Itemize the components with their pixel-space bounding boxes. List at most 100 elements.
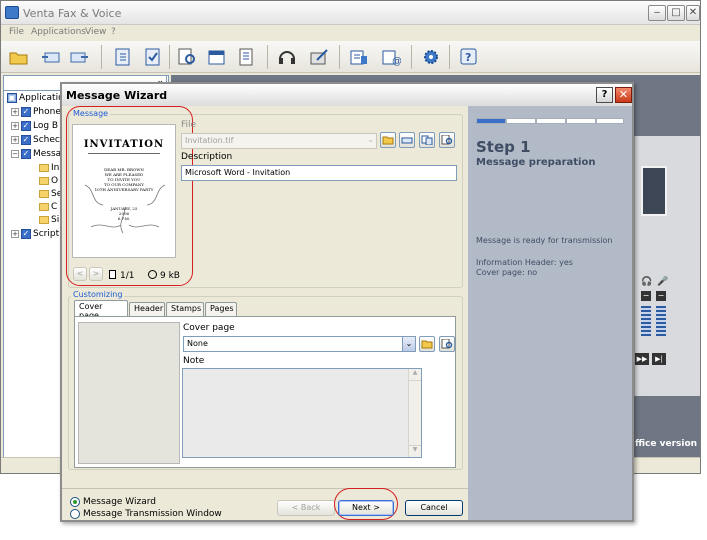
sign-icon[interactable] bbox=[307, 45, 331, 69]
checkbox-icon: ✓ bbox=[21, 149, 31, 159]
menu-help[interactable]: ? bbox=[111, 27, 116, 37]
radio-transmission-window[interactable] bbox=[70, 509, 80, 519]
svg-text:?: ? bbox=[465, 51, 471, 64]
svg-text:@: @ bbox=[392, 56, 401, 66]
folder-icon bbox=[39, 190, 49, 198]
tab-header[interactable]: Header bbox=[129, 302, 165, 316]
menu-applications[interactable]: Applications bbox=[31, 27, 86, 37]
file-select[interactable]: Invitation.tif ⌄ bbox=[181, 133, 377, 149]
tree-item-sent[interactable]: Se bbox=[39, 189, 62, 199]
toolbar: @ ? bbox=[1, 41, 700, 73]
tree-item-s[interactable]: Si bbox=[39, 215, 59, 225]
progress-segment-4 bbox=[566, 118, 596, 124]
cover-page-label: Cover page bbox=[183, 323, 235, 333]
scroll-down-icon[interactable]: ▼ bbox=[409, 445, 421, 457]
progress-segment-2 bbox=[506, 118, 536, 124]
scroll-up-icon[interactable]: ▲ bbox=[409, 369, 421, 381]
volume-down-button[interactable]: − bbox=[641, 291, 651, 301]
volume-meter-2 bbox=[656, 306, 666, 336]
thumbnail-title: INVITATION bbox=[83, 139, 165, 150]
description-input[interactable]: Microsoft Word - Invitation bbox=[181, 165, 457, 181]
thumbnail-ornament bbox=[88, 153, 160, 157]
radio-message-wizard[interactable] bbox=[70, 497, 80, 507]
note-scrollbar[interactable]: ▲ ▼ bbox=[408, 369, 421, 457]
tree-item-outbox[interactable]: O bbox=[39, 176, 58, 186]
open-folder-icon[interactable] bbox=[7, 45, 31, 69]
maximize-button[interactable]: □ bbox=[667, 5, 685, 21]
headset-icon[interactable] bbox=[275, 45, 299, 69]
search-document-icon[interactable] bbox=[175, 45, 199, 69]
cover-open-button[interactable] bbox=[419, 336, 435, 352]
progress-segment-1 bbox=[476, 118, 506, 124]
tab-cover-page[interactable]: Cover page bbox=[74, 300, 128, 320]
folder-icon bbox=[39, 203, 49, 211]
cover-page-preview bbox=[78, 322, 180, 464]
app-logo-icon bbox=[5, 6, 19, 19]
clock-icon bbox=[148, 270, 157, 279]
scan-button[interactable] bbox=[399, 132, 415, 148]
prev-page-button[interactable]: < bbox=[73, 267, 87, 281]
note-label: Note bbox=[183, 356, 205, 366]
message-wizard-dialog: Message Wizard ? ✕ Message INVITATION DE… bbox=[60, 82, 634, 522]
folder-icon bbox=[39, 216, 49, 224]
skip-forward-button[interactable]: ▶| bbox=[652, 353, 666, 365]
customizing-group-label: Customizing bbox=[71, 290, 125, 299]
tab-pages[interactable]: Pages bbox=[205, 302, 237, 316]
step-subtitle: Message preparation bbox=[476, 157, 596, 168]
tree-item-logbook[interactable]: + ✓ Log B bbox=[11, 121, 58, 131]
log-book-icon[interactable] bbox=[141, 45, 165, 69]
cover-preview-button[interactable] bbox=[439, 336, 455, 352]
tree-item-phone[interactable]: + ✓ Phone bbox=[11, 107, 61, 117]
file-size: 9 kB bbox=[160, 271, 180, 281]
progress-segment-3 bbox=[536, 118, 566, 124]
note-textarea[interactable]: ▲ ▼ bbox=[182, 368, 422, 458]
cancel-button[interactable]: Cancel bbox=[405, 500, 463, 516]
dialog-close-button[interactable]: ✕ bbox=[615, 87, 632, 103]
pages-icon bbox=[109, 270, 116, 279]
report-icon[interactable] bbox=[235, 45, 259, 69]
minimize-button[interactable]: ‒ bbox=[648, 5, 666, 21]
next-button[interactable]: Next > bbox=[338, 500, 394, 516]
step-status: Message is ready for transmission bbox=[476, 236, 613, 245]
tree-item-scheduler[interactable]: + ✓ Schec bbox=[11, 135, 60, 145]
receive-queue-icon[interactable] bbox=[67, 45, 91, 69]
radio-message-wizard-label[interactable]: Message Wizard bbox=[83, 497, 156, 507]
next-page-button[interactable]: > bbox=[89, 267, 103, 281]
tree-item-inbox[interactable]: In bbox=[39, 163, 59, 173]
fast-forward-button[interactable]: ▶▶ bbox=[635, 353, 649, 365]
dialog-help-button[interactable]: ? bbox=[596, 87, 613, 103]
back-button[interactable]: < Back bbox=[277, 500, 335, 516]
mic-icon: 🎤 bbox=[657, 277, 669, 287]
app-tree-icon: ▣ bbox=[7, 93, 17, 103]
progress-segment-5 bbox=[596, 118, 624, 124]
tree-item-c[interactable]: C bbox=[39, 202, 57, 212]
settings-gear-icon[interactable] bbox=[419, 45, 443, 69]
tab-stamps[interactable]: Stamps bbox=[166, 302, 204, 316]
chevron-down-icon: ⌄ bbox=[402, 337, 415, 351]
folder-icon bbox=[39, 164, 49, 172]
menu-file[interactable]: File bbox=[9, 27, 24, 37]
copy-button[interactable] bbox=[419, 132, 435, 148]
cover-page-select[interactable]: None ⌄ bbox=[183, 336, 416, 352]
menu-view[interactable]: View bbox=[85, 27, 106, 37]
description-label: Description bbox=[181, 152, 233, 162]
tree-item-script[interactable]: + ✓ Script bbox=[11, 229, 59, 239]
file-label: File bbox=[181, 120, 197, 130]
new-fax-icon[interactable] bbox=[347, 45, 371, 69]
send-queue-icon[interactable] bbox=[39, 45, 63, 69]
schedule-icon[interactable] bbox=[205, 45, 229, 69]
phone-book-icon[interactable] bbox=[111, 45, 135, 69]
open-file-button[interactable] bbox=[380, 132, 396, 148]
help-icon[interactable]: ? bbox=[457, 45, 481, 69]
headset-icon: 🎧 bbox=[641, 277, 653, 287]
tree-item-messages[interactable]: − ✓ Messa bbox=[11, 149, 61, 159]
email-fax-icon[interactable]: @ bbox=[379, 45, 403, 69]
step-title: Step 1 bbox=[476, 138, 531, 156]
chevron-down-icon: ⌄ bbox=[367, 135, 374, 144]
floral-ornament-icon bbox=[84, 184, 166, 234]
document-thumbnail[interactable]: INVITATION DEAR MR. BROWN WE ARE PLEASED… bbox=[72, 124, 176, 258]
radio-transmission-window-label[interactable]: Message Transmission Window bbox=[83, 509, 222, 519]
preview-button[interactable] bbox=[439, 132, 455, 148]
close-button[interactable]: ✕ bbox=[686, 5, 700, 21]
volume-down-button-2[interactable]: − bbox=[656, 291, 666, 301]
